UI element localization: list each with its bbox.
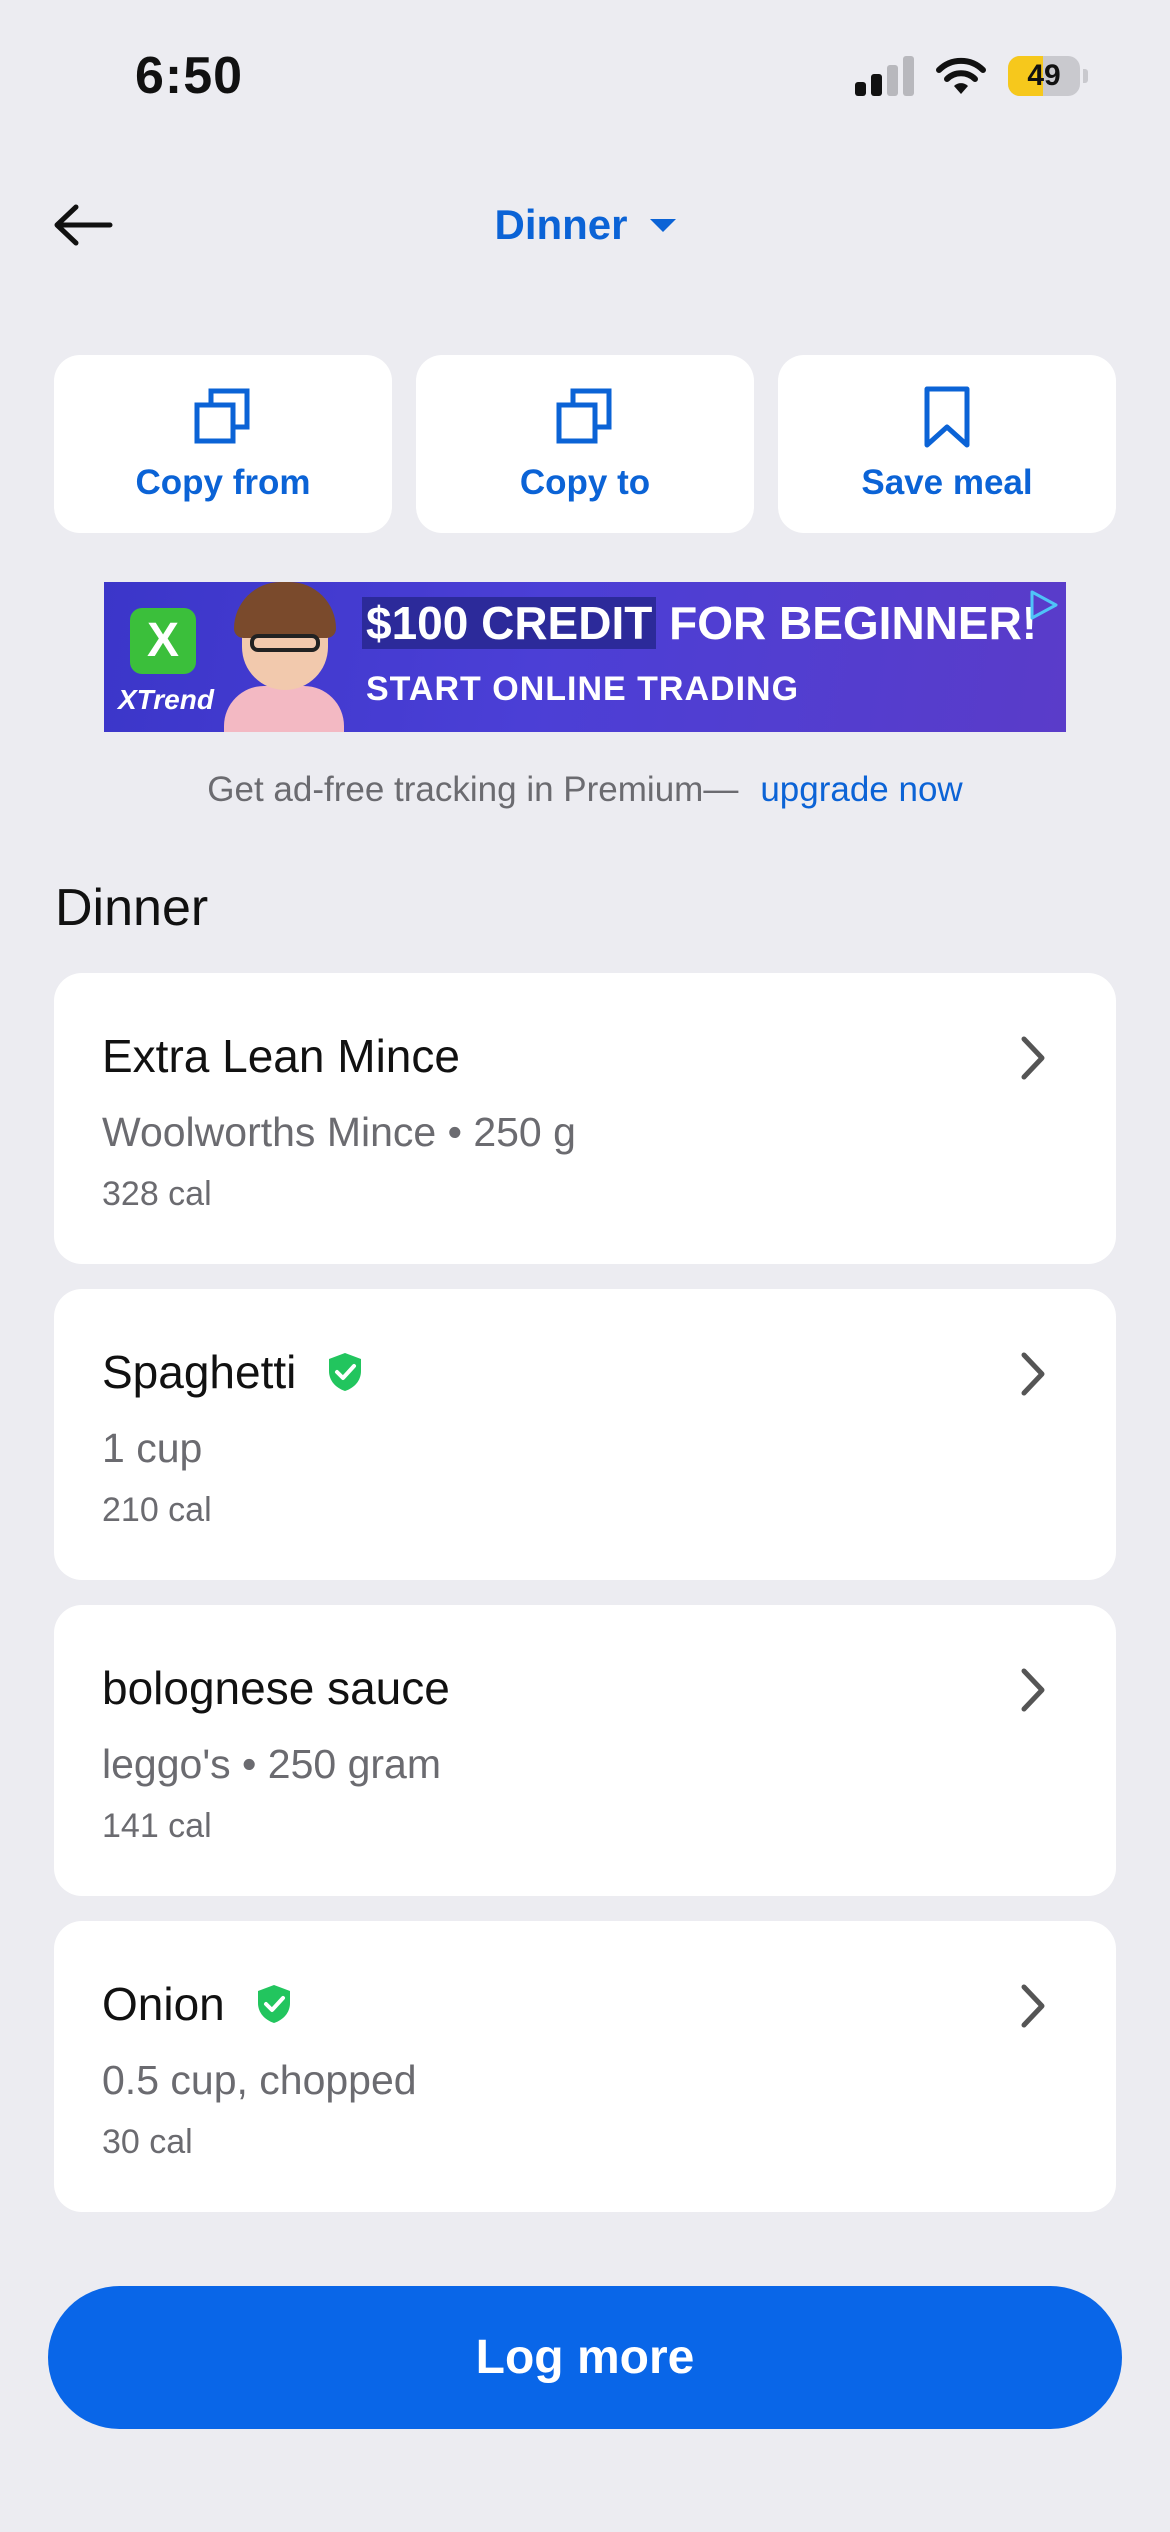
chevron-right-icon — [1021, 1668, 1045, 1712]
food-detail: leggo's • 250 gram — [102, 1741, 441, 1787]
xtrend-logo: X — [130, 608, 196, 674]
verified-shield-icon — [329, 1353, 362, 1391]
ad-choices-icon[interactable] — [1026, 588, 1060, 622]
verified-shield-icon — [257, 1985, 290, 2023]
battery-icon: 49 — [1008, 56, 1088, 96]
copy-icon — [556, 388, 612, 444]
food-calories: 141 cal — [102, 1807, 212, 1845]
ad-banner[interactable]: X XTrend $100 CREDIT FOR BEGINNER! START… — [104, 582, 1066, 732]
food-name: Extra Lean Mince — [102, 1030, 460, 1082]
caret-down-icon — [649, 218, 676, 232]
save-meal-button[interactable]: Save meal — [778, 355, 1116, 533]
food-name-row: bolognese sauce — [102, 1661, 450, 1715]
food-calories: 210 cal — [102, 1491, 212, 1529]
food-name-row: Onion — [102, 1977, 293, 2031]
save-meal-label: Save meal — [861, 463, 1033, 502]
ad-headline-rest: FOR BEGINNER! — [669, 597, 1038, 649]
food-item[interactable]: Spaghetti 1 cup 210 cal — [54, 1289, 1116, 1580]
meal-selector-row: Dinner — [0, 190, 1170, 260]
upgrade-now-link[interactable]: upgrade now — [760, 770, 962, 809]
arrow-left-icon — [54, 204, 113, 246]
log-more-label: Log more — [475, 2331, 695, 2384]
food-detail: 0.5 cup, chopped — [102, 2057, 417, 2103]
copy-icon — [194, 388, 250, 444]
copy-to-button[interactable]: Copy to — [416, 355, 754, 533]
ad-headline-highlight: $100 CREDIT — [362, 597, 657, 649]
battery-percentage: 49 — [1027, 59, 1061, 92]
food-name: bolognese sauce — [102, 1662, 450, 1714]
copy-from-label: Copy from — [135, 463, 311, 502]
log-more-button[interactable]: Log more — [48, 2286, 1122, 2429]
back-button[interactable] — [48, 190, 118, 260]
food-calories: 328 cal — [102, 1175, 212, 1213]
ad-person-image — [224, 582, 344, 732]
status-bar: 6:50 49 — [0, 0, 1170, 150]
meal-selector-label: Dinner — [494, 201, 628, 248]
wifi-icon — [936, 57, 986, 94]
food-name-row: Extra Lean Mince — [102, 1029, 460, 1083]
cellular-signal-icon — [855, 56, 915, 96]
food-item[interactable]: Onion 0.5 cup, chopped 30 cal — [54, 1921, 1116, 2212]
food-name-row: Spaghetti — [102, 1345, 364, 1399]
food-detail: Woolworths Mince • 250 g — [102, 1109, 576, 1155]
food-item[interactable]: bolognese sauce leggo's • 250 gram 141 c… — [54, 1605, 1116, 1896]
copy-to-label: Copy to — [519, 463, 651, 502]
meal-actions: Copy from Copy to Save meal — [54, 355, 1116, 533]
ad-subline: START ONLINE TRADING — [366, 670, 800, 708]
chevron-right-icon — [1021, 1984, 1045, 2028]
food-calories: 30 cal — [102, 2123, 193, 2161]
food-detail: 1 cup — [102, 1425, 203, 1471]
copy-from-button[interactable]: Copy from — [54, 355, 392, 533]
status-time: 6:50 — [135, 47, 244, 105]
food-name: Onion — [102, 1978, 225, 2030]
premium-upsell: Get ad-free tracking in Premium— upgrade … — [0, 770, 1170, 810]
premium-text: Get ad-free tracking in Premium— — [207, 770, 739, 809]
food-list: Extra Lean Mince Woolworths Mince • 250 … — [54, 973, 1116, 2237]
chevron-right-icon — [1021, 1352, 1045, 1396]
food-name: Spaghetti — [102, 1346, 297, 1398]
food-item[interactable]: Extra Lean Mince Woolworths Mince • 250 … — [54, 973, 1116, 1264]
ad-brand: XTrend — [118, 684, 214, 715]
section-title: Dinner — [55, 879, 209, 937]
chevron-right-icon — [1021, 1036, 1045, 1080]
bookmark-icon — [924, 386, 970, 448]
meal-selector[interactable]: Dinner — [494, 201, 676, 249]
ad-headline: $100 CREDIT FOR BEGINNER! — [362, 596, 1037, 650]
